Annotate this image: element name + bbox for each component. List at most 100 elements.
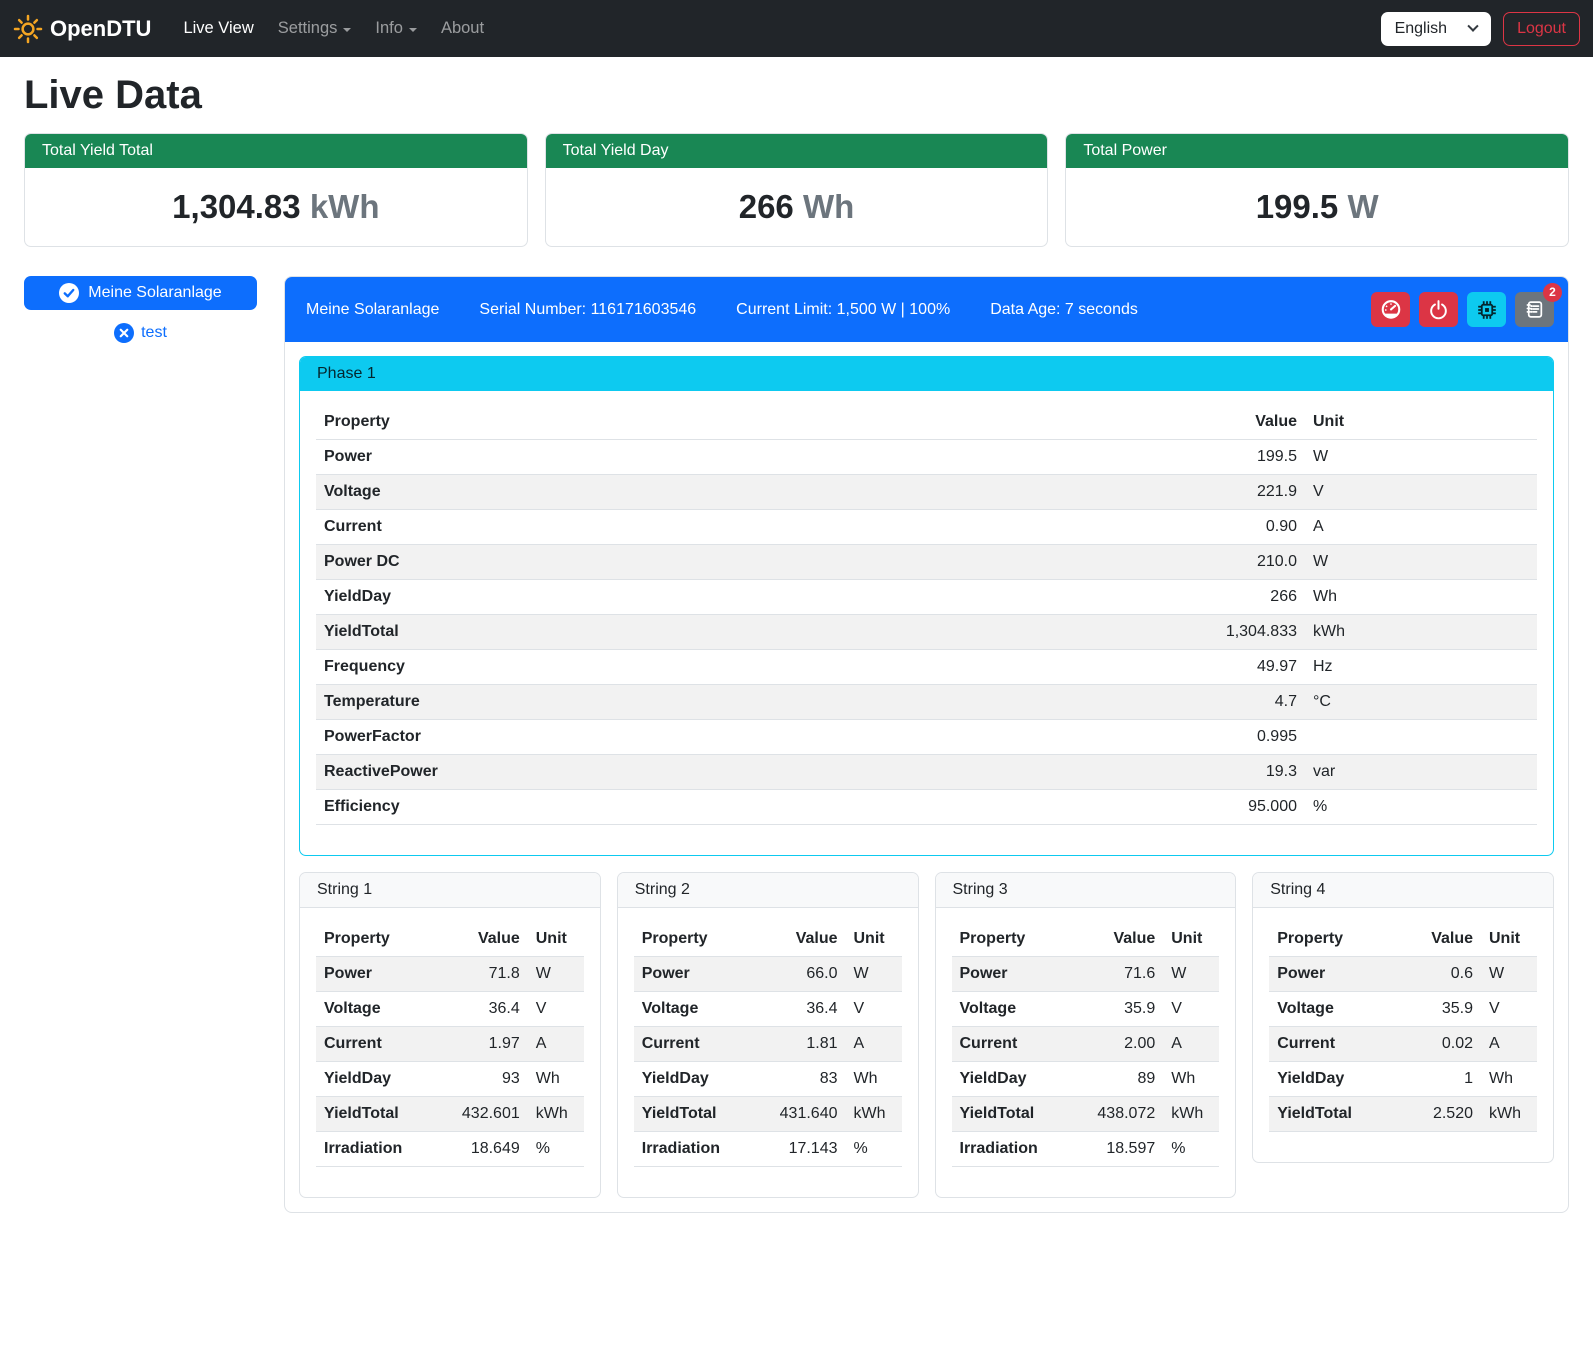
column-unit: Unit — [528, 922, 584, 957]
inverter-selected-label: Meine Solaranlage — [88, 284, 221, 302]
property-cell: ReactivePower — [316, 755, 908, 790]
summary-card-body: 199.5 W — [1066, 168, 1568, 246]
value-cell: 17.143 — [752, 1132, 845, 1167]
x-circle-icon — [114, 323, 134, 343]
string-card-3: String 3 Property Value Unit — [935, 872, 1237, 1198]
value-cell: 431.640 — [752, 1097, 845, 1132]
value-cell: 1.97 — [435, 1027, 528, 1062]
power-toggle-button[interactable] — [1419, 292, 1458, 327]
column-property: Property — [316, 922, 435, 957]
table-row: YieldDay 1 Wh — [1269, 1062, 1537, 1097]
column-unit: Unit — [1305, 405, 1537, 440]
unit-cell: A — [1481, 1027, 1537, 1062]
string-card-1: String 1 Property Value Unit — [299, 872, 601, 1198]
strings-row: String 1 Property Value Unit — [299, 872, 1554, 1198]
column-value: Value — [752, 922, 845, 957]
unit-cell: W — [1305, 545, 1537, 580]
property-cell: Power — [1269, 957, 1398, 992]
table-row: Current 0.90 A — [316, 510, 1537, 545]
value-cell: 93 — [435, 1062, 528, 1097]
caret-down-icon — [409, 28, 417, 32]
unit-cell: W — [1481, 957, 1537, 992]
brand[interactable]: OpenDTU — [13, 14, 151, 44]
device-info-button[interactable] — [1467, 292, 1506, 327]
page-title: Live Data — [24, 73, 1569, 118]
table-row: Frequency 49.97 Hz — [316, 650, 1537, 685]
limit-settings-button[interactable] — [1371, 292, 1410, 327]
table-row: YieldTotal 438.072 kWh — [952, 1097, 1220, 1132]
unit-cell: A — [1305, 510, 1537, 545]
table-row: Current 0.02 A — [1269, 1027, 1537, 1062]
unit-cell: °C — [1305, 685, 1537, 720]
table-header-row: Property Value Unit — [634, 922, 902, 957]
logout-button[interactable]: Logout — [1503, 12, 1580, 46]
event-log-button[interactable]: 2 — [1515, 292, 1554, 327]
summary-card-body: 1,304.83 kWh — [25, 168, 527, 246]
value-cell: 0.995 — [908, 720, 1305, 755]
property-cell: Irradiation — [952, 1132, 1071, 1167]
content-row: Meine Solaranlage test Meine Solaranlage… — [24, 276, 1569, 1213]
inverter-item-test[interactable]: test — [24, 323, 257, 343]
value-cell: 1,304.833 — [908, 615, 1305, 650]
language-select[interactable]: English — [1381, 12, 1491, 46]
table-row: Current 1.81 A — [634, 1027, 902, 1062]
column-property: Property — [952, 922, 1071, 957]
unit-cell: W — [1305, 440, 1537, 475]
table-header-row: Property Value Unit — [1269, 922, 1537, 957]
inverter-selected-button[interactable]: Meine Solaranlage — [24, 276, 257, 310]
property-cell: YieldTotal — [952, 1097, 1071, 1132]
value-cell: 89 — [1070, 1062, 1163, 1097]
table-row: Current 2.00 A — [952, 1027, 1220, 1062]
value-cell: 0.02 — [1399, 1027, 1481, 1062]
nav-links: Live View Settings Info About — [171, 19, 496, 38]
unit-cell: W — [846, 957, 902, 992]
navbar-right: English Logout — [1381, 12, 1580, 46]
value-cell: 438.072 — [1070, 1097, 1163, 1132]
property-cell: Power — [952, 957, 1071, 992]
property-cell: Power — [316, 440, 908, 475]
summary-card: Total Yield Total 1,304.83 kWh — [24, 133, 528, 247]
table-row: Irradiation 17.143 % — [634, 1132, 902, 1167]
inverter-actions: 2 — [1371, 292, 1554, 327]
property-cell: Power — [316, 957, 435, 992]
property-cell: YieldDay — [316, 1062, 435, 1097]
table-row: YieldTotal 2.520 kWh — [1269, 1097, 1537, 1132]
unit-cell: kWh — [1163, 1097, 1219, 1132]
nav-item-info[interactable]: Info — [375, 19, 417, 38]
value-cell: 35.9 — [1070, 992, 1163, 1027]
table-row: YieldTotal 432.601 kWh — [316, 1097, 584, 1132]
unit-cell: Wh — [528, 1062, 584, 1097]
language-select-value: English — [1395, 20, 1447, 38]
unit-cell: A — [846, 1027, 902, 1062]
table-row: PowerFactor 0.995 — [316, 720, 1537, 755]
value-cell: 432.601 — [435, 1097, 528, 1132]
summary-card-value: 199.5 — [1256, 188, 1339, 225]
nav-item-about[interactable]: About — [441, 19, 484, 38]
speedometer-icon — [1380, 299, 1402, 321]
property-cell: YieldDay — [316, 580, 908, 615]
property-cell: Irradiation — [316, 1132, 435, 1167]
column-unit: Unit — [1163, 922, 1219, 957]
column-unit: Unit — [1481, 922, 1537, 957]
table-row: YieldDay 93 Wh — [316, 1062, 584, 1097]
summary-card: Total Power 199.5 W — [1065, 133, 1569, 247]
table-row: Efficiency 95.000 % — [316, 790, 1537, 825]
value-cell: 95.000 — [908, 790, 1305, 825]
table-row: Voltage 36.4 V — [316, 992, 584, 1027]
column-value: Value — [908, 405, 1305, 440]
property-cell: Power — [634, 957, 753, 992]
value-cell: 19.3 — [908, 755, 1305, 790]
table-row: Voltage 35.9 V — [1269, 992, 1537, 1027]
unit-cell: % — [1163, 1132, 1219, 1167]
property-cell: Voltage — [952, 992, 1071, 1027]
summary-card-unit: kWh — [310, 188, 380, 225]
string-card-4: String 4 Property Value Unit — [1252, 872, 1554, 1163]
table-row: YieldDay 83 Wh — [634, 1062, 902, 1097]
unit-cell: % — [846, 1132, 902, 1167]
summary-card-body: 266 Wh — [546, 168, 1048, 246]
nav-item-live-view[interactable]: Live View — [183, 19, 253, 38]
main-content: Live Data Total Yield Total 1,304.83 kWh… — [0, 73, 1593, 1213]
unit-cell: kWh — [1305, 615, 1537, 650]
nav-item-settings[interactable]: Settings — [278, 19, 352, 38]
unit-cell: V — [528, 992, 584, 1027]
